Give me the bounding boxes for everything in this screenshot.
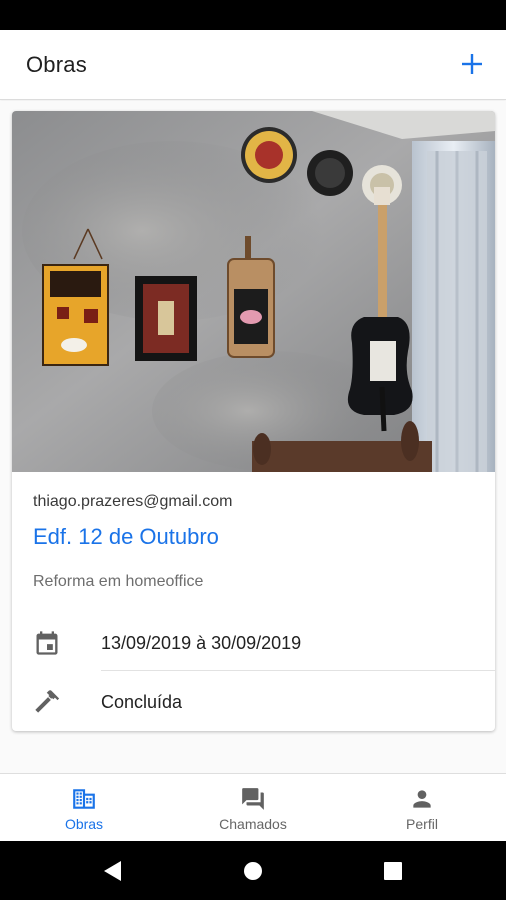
nav-chamados-label: Chamados [219,816,287,832]
nav-obras[interactable]: Obras [0,774,168,842]
home-icon[interactable] [239,857,267,885]
calendar-icon [36,631,58,655]
chat-icon [242,788,264,810]
obras-list: thiago.prazeres@gmail.com Edf. 12 de Out… [0,101,506,773]
person-icon [413,790,431,808]
obra-description: Reforma em homeoffice [33,573,204,590]
obra-photo [12,111,495,472]
back-icon[interactable] [99,857,127,885]
nav-perfil-label: Perfil [406,816,438,832]
obra-card[interactable]: thiago.prazeres@gmail.com Edf. 12 de Out… [12,111,495,731]
obra-title: Edf. 12 de Outubro [33,524,219,549]
hammer-icon [35,690,60,713]
nav-perfil[interactable]: Perfil [338,774,506,842]
obra-status: Concluída [101,692,183,712]
bottom-navigation: Obras Chamados Perfil [0,773,506,841]
add-obra-button[interactable] [458,50,486,78]
page-title: Obras [26,52,87,77]
app-bar: Obras [0,30,506,100]
owner-email: thiago.prazeres@gmail.com [33,493,233,510]
plus-icon [462,54,482,74]
status-bar [0,0,506,30]
nav-obras-label: Obras [64,816,104,832]
system-navigation-bar [0,841,506,900]
row-divider [101,670,495,671]
recents-icon[interactable] [379,857,407,885]
nav-chamados[interactable]: Chamados [169,774,337,842]
obra-period: 13/09/2019 à 30/09/2019 [101,633,302,653]
building-icon [73,789,95,809]
